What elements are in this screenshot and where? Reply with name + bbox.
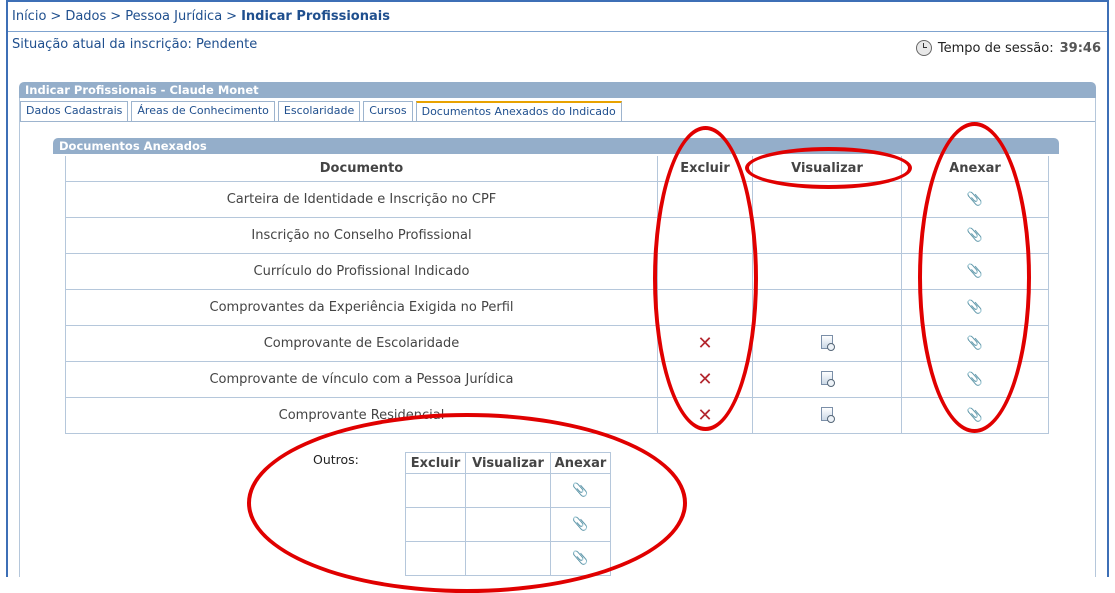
docs-section-title: Documentos Anexados	[53, 138, 1059, 154]
document-name: Comprovantes da Experiência Exigida no P…	[65, 289, 658, 326]
excluir-cell: ✕	[657, 361, 753, 398]
col-visualizar: Visualizar	[752, 156, 902, 182]
table-row: Comprovante de vínculo com a Pessoa Jurí…	[65, 361, 1049, 398]
outros-col-anexar: Anexar	[550, 452, 611, 474]
visualizar-cell	[752, 181, 902, 218]
view-document-icon[interactable]	[821, 406, 835, 423]
panel-title: Indicar Profissionais - Claude Monet	[19, 82, 1096, 98]
excluir-cell: ✕	[657, 325, 753, 362]
visualizar-cell	[752, 217, 902, 254]
visualizar-cell	[752, 253, 902, 290]
delete-icon[interactable]: ✕	[697, 405, 712, 426]
outros-label: Outros:	[313, 452, 359, 467]
document-name: Comprovante de vínculo com a Pessoa Jurí…	[65, 361, 658, 398]
outros-excluir-cell	[405, 541, 466, 576]
document-name: Currículo do Profissional Indicado	[65, 253, 658, 290]
tab-dados-cadastrais[interactable]: Dados Cadastrais	[20, 101, 129, 121]
outros-anexar-cell: 📎	[550, 473, 611, 508]
session-timer: Tempo de sessão: 39:46	[915, 40, 1101, 56]
table-row: Currículo do Profissional Indicado 📎	[65, 253, 1049, 290]
tab-cursos[interactable]: Cursos	[363, 101, 413, 121]
document-name: Inscrição no Conselho Profissional	[65, 217, 658, 254]
breadcrumb-separator: >	[110, 9, 122, 24]
attach-paperclip-icon[interactable]: 📎	[967, 192, 983, 207]
outros-row: 📎	[405, 473, 611, 508]
visualizar-cell	[752, 289, 902, 326]
table-row: Comprovantes da Experiência Exigida no P…	[65, 289, 1049, 326]
table-row: Carteira de Identidade e Inscrição no CP…	[65, 181, 1049, 218]
anexar-cell: 📎	[901, 217, 1049, 254]
tab-areas-de-conhecimento[interactable]: Áreas de Conhecimento	[131, 101, 275, 121]
header-divider	[8, 31, 1107, 32]
outros-anexar-cell: 📎	[550, 507, 611, 542]
excluir-cell	[657, 217, 753, 254]
visualizar-cell	[752, 397, 902, 434]
outros-table-body: 📎 📎 📎	[405, 473, 611, 576]
breadcrumb-current: Indicar Profissionais	[241, 9, 390, 24]
table-row: Inscrição no Conselho Profissional 📎	[65, 217, 1049, 254]
table-row: Comprovante Residencial ✕ 📎	[65, 397, 1049, 434]
breadcrumb-item-inicio[interactable]: Início	[12, 9, 46, 24]
documents-table: Documento Excluir Visualizar Anexar Cart…	[65, 156, 1049, 434]
delete-icon[interactable]: ✕	[697, 369, 712, 390]
tab-documentos-anexados[interactable]: Documentos Anexados do Indicado	[415, 101, 622, 121]
outros-table: Excluir Visualizar Anexar 📎 📎 📎	[405, 452, 611, 576]
outros-visualizar-cell	[465, 507, 551, 542]
visualizar-cell	[752, 325, 902, 362]
delete-icon[interactable]: ✕	[697, 333, 712, 354]
outros-col-visualizar: Visualizar	[465, 452, 551, 474]
tab-escolaridade[interactable]: Escolaridade	[277, 101, 361, 121]
tabs-divider	[20, 121, 1095, 122]
document-name: Comprovante Residencial	[65, 397, 658, 434]
registration-status: Situação atual da inscrição: Pendente	[12, 37, 258, 52]
breadcrumb: Início > Dados > Pessoa Jurídica > Indicar Pro…	[12, 9, 390, 24]
attach-paperclip-icon[interactable]: 📎	[967, 300, 983, 315]
excluir-cell	[657, 253, 753, 290]
excluir-cell	[657, 181, 753, 218]
col-anexar: Anexar	[901, 156, 1049, 182]
attach-paperclip-icon[interactable]: 📎	[572, 517, 588, 532]
document-name: Comprovante de Escolaridade	[65, 325, 658, 362]
document-name: Carteira de Identidade e Inscrição no CP…	[65, 181, 658, 218]
col-documento: Documento	[65, 156, 658, 182]
outros-visualizar-cell	[465, 473, 551, 508]
session-label: Tempo de sessão:	[937, 40, 1054, 56]
anexar-cell: 📎	[901, 181, 1049, 218]
attach-paperclip-icon[interactable]: 📎	[967, 264, 983, 279]
view-document-icon[interactable]	[821, 334, 835, 351]
excluir-cell	[657, 289, 753, 326]
outros-col-excluir: Excluir	[405, 452, 466, 474]
outros-visualizar-cell	[465, 541, 551, 576]
breadcrumb-separator: >	[226, 9, 238, 24]
attach-paperclip-icon[interactable]: 📎	[572, 551, 588, 566]
visualizar-cell	[752, 361, 902, 398]
attach-paperclip-icon[interactable]: 📎	[967, 408, 983, 423]
outros-row: 📎	[405, 541, 611, 576]
anexar-cell: 📎	[901, 253, 1049, 290]
anexar-cell: 📎	[901, 361, 1049, 398]
attach-paperclip-icon[interactable]: 📎	[967, 336, 983, 351]
outros-excluir-cell	[405, 507, 466, 542]
anexar-cell: 📎	[901, 325, 1049, 362]
documents-table-body: Carteira de Identidade e Inscrição no CP…	[65, 181, 1049, 434]
tab-bar: Dados Cadastrais Áreas de Conhecimento E…	[20, 101, 622, 121]
anexar-cell: 📎	[901, 397, 1049, 434]
table-row: Comprovante de Escolaridade ✕ 📎	[65, 325, 1049, 362]
outros-anexar-cell: 📎	[550, 541, 611, 576]
breadcrumb-item-pessoa-juridica[interactable]: Pessoa Jurídica	[125, 9, 222, 24]
attach-paperclip-icon[interactable]: 📎	[967, 228, 983, 243]
excluir-cell: ✕	[657, 397, 753, 434]
view-document-icon[interactable]	[821, 370, 835, 387]
session-value: 39:46	[1059, 40, 1101, 56]
outros-row: 📎	[405, 507, 611, 542]
attach-paperclip-icon[interactable]: 📎	[967, 372, 983, 387]
breadcrumb-item-dados[interactable]: Dados	[65, 9, 106, 24]
outros-excluir-cell	[405, 473, 466, 508]
clock-icon	[915, 40, 932, 56]
anexar-cell: 📎	[901, 289, 1049, 326]
attach-paperclip-icon[interactable]: 📎	[572, 483, 588, 498]
col-excluir: Excluir	[657, 156, 753, 182]
breadcrumb-separator: >	[50, 9, 62, 24]
